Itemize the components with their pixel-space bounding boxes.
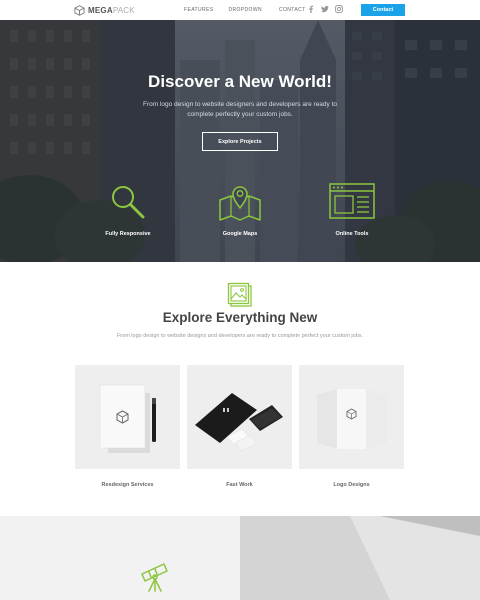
- cube-logo-icon: [74, 4, 85, 16]
- browser-window-icon: [329, 183, 375, 219]
- hero-section: Discover a New World! From logo design t…: [0, 20, 480, 262]
- feature-label: Online Tools: [335, 231, 369, 237]
- nav-link-contact[interactable]: CONTACT: [279, 6, 306, 14]
- explore-projects-button[interactable]: Explore Projects: [202, 132, 278, 151]
- brand-name-light: PACK: [112, 5, 135, 15]
- social-links: [306, 4, 348, 14]
- portfolio-card-fast-work[interactable]: Fast Work: [187, 365, 292, 488]
- facebook-icon[interactable]: [306, 4, 316, 14]
- nav-link-dropdown[interactable]: DROPDOWN: [229, 6, 262, 14]
- magnifier-icon: [112, 186, 145, 219]
- explore-title: Explore Everything New: [162, 310, 318, 325]
- portfolio-card-redesign[interactable]: Resdesign Services: [75, 365, 180, 488]
- top-navbar: MEGA PACK FEATURES DROPDOWN CONTACT Cont…: [0, 0, 480, 20]
- card-title: Fast Work: [226, 482, 253, 488]
- feature-label: Fully Responsive: [105, 231, 151, 237]
- hero-title: Discover a New World!: [148, 72, 332, 91]
- portfolio-card-logo-designs[interactable]: Logo Designs: [299, 365, 404, 488]
- twitter-icon[interactable]: [320, 4, 330, 14]
- card-title: Logo Designs: [333, 482, 370, 488]
- feature-fully-responsive: Fully Responsive: [88, 182, 168, 237]
- contact-button[interactable]: Contact: [361, 4, 405, 16]
- brand-name-strong: MEGA: [88, 5, 113, 15]
- telescope-icon: [141, 563, 168, 592]
- map-pin-icon: [219, 186, 261, 221]
- instagram-icon[interactable]: [334, 4, 344, 14]
- nav-links: FEATURES DROPDOWN CONTACT: [184, 6, 321, 14]
- stationery-mockup: [187, 365, 292, 469]
- hero-subtitle: From logo design to website designers an…: [142, 101, 338, 118]
- nav-link-features[interactable]: FEATURES: [184, 6, 214, 14]
- trifold-brochure-mockup: [299, 365, 404, 469]
- brand-logo[interactable]: MEGA PACK: [74, 4, 135, 16]
- image-gallery-icon: [227, 282, 252, 307]
- feature-online-tools: Online Tools: [312, 182, 392, 237]
- bottom-right-image: [240, 516, 480, 600]
- card-title: Resdesign Services: [101, 482, 154, 488]
- explore-subtitle: From logo design to website designs and …: [116, 333, 364, 339]
- feature-label: Google Maps: [222, 231, 258, 237]
- bottom-left-panel: [0, 516, 240, 600]
- notebook-pen-mockup: [75, 365, 180, 469]
- feature-google-maps: Google Maps: [200, 182, 280, 237]
